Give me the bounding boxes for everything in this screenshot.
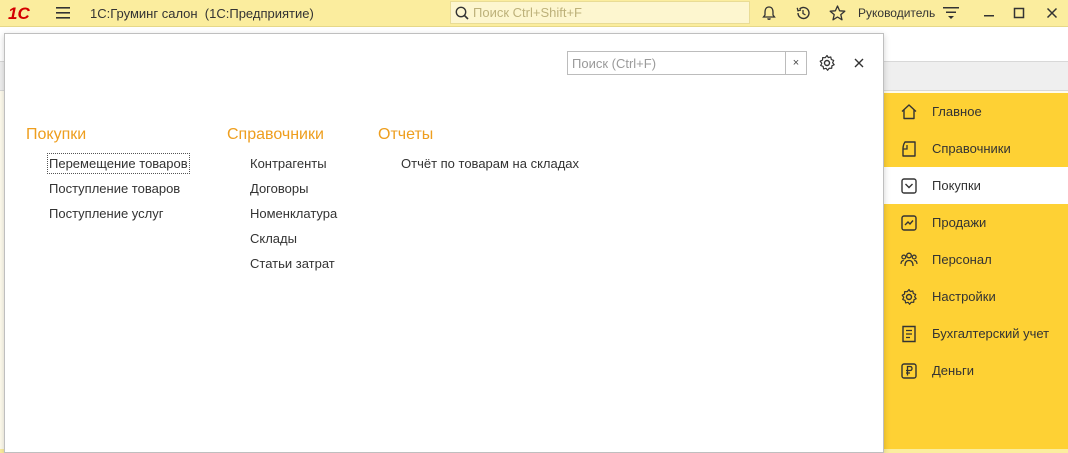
favorites-star-icon[interactable] <box>826 0 848 26</box>
menu-item-label: Контрагенты <box>250 156 327 171</box>
section-label: Продажи <box>932 215 987 230</box>
app-title: 1С:Груминг салон (1С:Предприятие) <box>90 5 314 21</box>
section-item-settings[interactable]: Настройки <box>884 278 1068 315</box>
search-icon <box>451 6 473 20</box>
history-icon[interactable] <box>792 0 814 26</box>
close-popup-icon[interactable] <box>849 53 869 73</box>
menu-item-warehouse-goods-report[interactable]: Отчёт по товарам на складах <box>399 153 581 178</box>
sales-chart-icon <box>901 215 917 231</box>
app-logo[interactable]: 1С <box>6 0 44 26</box>
global-search-box[interactable] <box>450 1 750 24</box>
menu-item-label: Перемещение товаров <box>47 153 190 174</box>
menu-column-catalogs: Справочники Контрагенты Договоры Номенкл… <box>227 124 337 278</box>
section-item-personnel[interactable]: Персонал <box>884 241 1068 278</box>
people-icon <box>900 252 918 267</box>
menu-item-nomenclature[interactable]: Номенклатура <box>248 203 345 228</box>
menu-item-label: Статьи затрат <box>250 256 335 271</box>
section-item-main[interactable]: Главное <box>884 93 1068 130</box>
global-search-input[interactable] <box>473 5 743 20</box>
section-item-sales[interactable]: Продажи <box>884 204 1068 241</box>
section-item-catalogs[interactable]: Справочники <box>884 130 1068 167</box>
home-icon <box>901 104 917 120</box>
gear-icon <box>901 288 917 305</box>
function-menu-popup: × Покупки Перемещение товаров Поступлени… <box>4 33 884 453</box>
section-label: Главное <box>932 104 982 119</box>
section-item-accounting[interactable]: Бухгалтерский учет <box>884 315 1068 352</box>
sections-panel: Главное Справочники Покупки Продажи Перс… <box>884 93 1068 449</box>
menu-search-input[interactable] <box>568 52 785 74</box>
notifications-bell-icon[interactable] <box>758 0 780 26</box>
column-title: Справочники <box>227 126 324 143</box>
menu-item-label: Номенклатура <box>250 206 338 221</box>
ruble-icon <box>901 363 917 379</box>
column-title: Отчеты <box>378 126 434 143</box>
maximize-button[interactable] <box>1008 0 1030 26</box>
section-label: Покупки <box>932 178 981 193</box>
menu-search-box[interactable]: × <box>567 51 807 75</box>
minimize-button[interactable] <box>978 0 1000 26</box>
menu-column-purchases: Покупки Перемещение товаров Поступление … <box>26 124 190 228</box>
menu-settings-gear-icon[interactable] <box>817 53 837 73</box>
menu-item-label: Договоры <box>250 181 309 196</box>
svg-text:1С: 1С <box>8 5 30 21</box>
menu-item-goods-receipt[interactable]: Поступление товаров <box>47 178 190 203</box>
title-bar: 1С 1С:Груминг салон (1С:Предприятие) Рук… <box>0 0 1068 27</box>
1c-logo-icon: 1С <box>8 5 30 21</box>
close-window-button[interactable] <box>1041 0 1063 26</box>
menu-item-counterparties[interactable]: Контрагенты <box>248 153 345 178</box>
menu-item-services-receipt[interactable]: Поступление услуг <box>47 203 190 228</box>
menu-item-label: Поступление товаров <box>49 181 181 196</box>
section-item-money[interactable]: Деньги <box>884 352 1068 389</box>
catalog-icon <box>902 141 916 157</box>
search-clear-button[interactable]: × <box>785 52 806 74</box>
section-label: Персонал <box>932 252 992 267</box>
section-label: Настройки <box>932 289 996 304</box>
menu-item-contracts[interactable]: Договоры <box>248 178 345 203</box>
menu-item-expense-items[interactable]: Статьи затрат <box>248 253 345 278</box>
ledger-icon <box>902 325 916 343</box>
menu-item-label: Склады <box>250 231 297 246</box>
section-label: Деньги <box>932 363 974 378</box>
hamburger-icon <box>56 7 70 19</box>
menu-item-label: Поступление услуг <box>49 206 164 221</box>
menu-column-reports: Отчеты Отчёт по товарам на складах <box>378 124 579 178</box>
main-menu-button[interactable] <box>50 0 76 26</box>
menu-item-goods-transfer[interactable]: Перемещение товаров <box>47 153 190 178</box>
menu-item-label: Отчёт по товарам на складах <box>401 156 580 171</box>
section-label: Справочники <box>932 141 1011 156</box>
section-item-purchases[interactable]: Покупки <box>884 167 1068 204</box>
settings-menu-icon[interactable] <box>940 0 962 26</box>
section-label: Бухгалтерский учет <box>932 326 1050 341</box>
column-title: Покупки <box>26 126 87 143</box>
current-user-name[interactable]: Руководитель <box>858 0 935 26</box>
menu-item-warehouses[interactable]: Склады <box>248 228 345 253</box>
cart-icon <box>901 178 917 194</box>
